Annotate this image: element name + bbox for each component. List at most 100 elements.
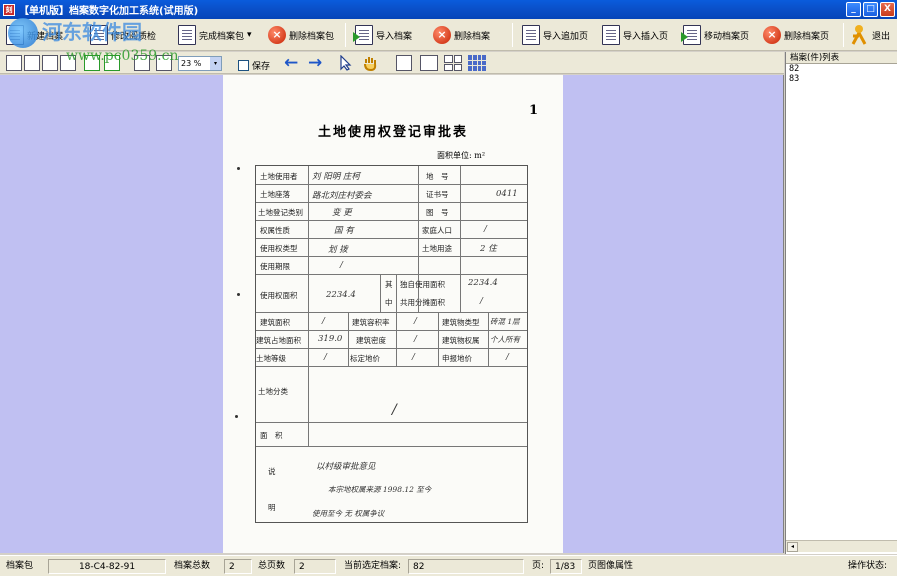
four-page-view-icon[interactable] [444, 55, 462, 71]
zoom-in-icon[interactable] [84, 55, 100, 71]
close-button[interactable]: X [880, 2, 895, 17]
handwritten-value: 使用至今 无 权属争议 [312, 509, 385, 518]
complete-package-label: 完成档案包 [199, 31, 245, 42]
rotate-left-icon[interactable] [24, 55, 40, 71]
title-bar: 刻 【单机版】档案数字化加工系统(试用版) _ □ X [0, 0, 897, 19]
import-archive-button[interactable]: 导入档案 [353, 23, 413, 47]
handwritten-value: 2 住 [480, 244, 497, 254]
handwritten-value: 0411 [496, 189, 518, 199]
move-archive-page-button[interactable]: 移动档案页 [681, 23, 749, 47]
scan-icon[interactable] [6, 55, 22, 71]
new-archive-button[interactable]: 新建档案 [6, 23, 63, 47]
handwritten-value: 划 拨 [328, 245, 348, 255]
maximize-button[interactable]: □ [863, 2, 878, 17]
handwritten-value: / [324, 352, 327, 362]
status-bar: 档案包 18-C4-82-91 档案总数 2 总页数 2 当前选定档案: 82 … [0, 555, 897, 576]
new-document-icon [6, 25, 24, 45]
document-title: 土地使用权登记审批表 [317, 125, 468, 140]
image-props-label: 页图像属性 [588, 561, 634, 571]
flip-icon[interactable] [60, 55, 76, 71]
zoom-out-icon[interactable] [104, 55, 120, 71]
delete-archive-label: 删除档案 [454, 31, 491, 42]
package-label: 档案包 [6, 561, 34, 571]
app-icon: 刻 [3, 3, 15, 16]
package-value: 18-C4-82-91 [48, 559, 166, 574]
handwritten-value: 砖混 1层 [490, 317, 520, 326]
page-label: 页: [532, 561, 545, 571]
toolbar-separator [345, 23, 346, 47]
check-document-icon [178, 25, 196, 45]
handwritten-value: / [506, 352, 509, 362]
list-item[interactable]: 82 [786, 64, 897, 74]
save-label: 保存 [252, 61, 271, 72]
undo-arrow-icon[interactable]: ← [284, 55, 298, 72]
select-cursor-icon[interactable] [338, 54, 354, 71]
chevron-down-icon[interactable]: ▾ [247, 30, 252, 40]
list-item[interactable]: 83 [786, 74, 897, 84]
quality-check-button[interactable]: 修改阅质检 [90, 23, 156, 47]
handwritten-value: 2234.4 [468, 278, 498, 288]
minimize-button[interactable]: _ [846, 2, 861, 17]
form-label: 图 号 [426, 208, 449, 217]
horizontal-scrollbar[interactable]: ◂ [786, 540, 897, 552]
complete-package-button[interactable]: 完成档案包 ▾ [178, 23, 252, 47]
window-title: 【单机版】档案数字化加工系统(试用版) [19, 6, 199, 17]
form-label: 说 [268, 467, 276, 476]
insert-page-icon [602, 25, 620, 45]
total-archives-label: 档案总数 [174, 561, 211, 571]
form-label: 中 [385, 298, 393, 307]
two-page-view-icon[interactable] [420, 55, 438, 71]
registration-form: 土地使用者 土地座落 土地登记类别 权属性质 使用权类型 使用期限 使用权面积 … [255, 165, 528, 523]
delete-package-button[interactable]: × 删除档案包 [268, 23, 334, 47]
exit-label: 退出 [872, 31, 891, 42]
chevron-down-icon[interactable]: ▾ [210, 57, 221, 70]
current-archive-value: 82 [408, 559, 524, 574]
delete-package-label: 删除档案包 [289, 31, 335, 42]
fit-width-icon[interactable] [134, 55, 150, 71]
move-page-icon [681, 25, 701, 45]
form-label: 建筑物类型 [442, 318, 480, 327]
form-label: 使用期限 [260, 262, 290, 271]
save-checkbox[interactable]: 保存 [238, 57, 270, 73]
single-page-view-icon[interactable] [396, 55, 412, 71]
delete-archive-page-button[interactable]: × 删除档案页 [763, 23, 829, 47]
view-toolbar: 23 % ▾ 保存 ← → [0, 52, 784, 74]
handwritten-value: 变 更 [332, 208, 352, 218]
append-page-icon [522, 25, 540, 45]
exit-button[interactable]: 退出 [849, 23, 890, 47]
form-label: 共用分摊面积 [400, 298, 445, 307]
zoom-select[interactable]: 23 % ▾ [178, 56, 222, 71]
toolbar-separator [512, 23, 513, 47]
scroll-left-icon[interactable]: ◂ [787, 542, 798, 552]
new-archive-label: 新建档案 [27, 31, 64, 42]
total-pages-value: 2 [294, 559, 336, 574]
handwritten-value: 2234.4 [326, 290, 356, 300]
redo-arrow-icon[interactable]: → [308, 55, 322, 72]
handwritten-value: / [414, 316, 417, 326]
thumbnail-grid-icon[interactable] [468, 55, 486, 71]
image-props-value [640, 559, 786, 574]
checkbox-box[interactable] [238, 59, 249, 71]
hand-tool-icon[interactable] [362, 55, 378, 72]
rotate-right-icon[interactable] [42, 55, 58, 71]
form-label: 使用权面积 [260, 291, 298, 300]
delete-icon: × [268, 26, 286, 44]
form-label: 土地分类 [258, 387, 288, 396]
delete-icon: × [763, 26, 781, 44]
import-document-icon [353, 25, 373, 45]
form-label: 地 号 [426, 172, 449, 181]
delete-archive-page-label: 删除档案页 [784, 31, 830, 42]
import-append-page-label: 导入追加页 [543, 31, 589, 42]
import-insert-page-button[interactable]: 导入插入页 [602, 23, 668, 47]
page-value: 1/83 [550, 559, 582, 574]
form-label: 建筑密度 [356, 336, 386, 345]
delete-archive-button[interactable]: × 删除档案 [433, 23, 490, 47]
form-label: 土地登记类别 [258, 208, 303, 217]
import-append-page-button[interactable]: 导入追加页 [522, 23, 588, 47]
document-viewer[interactable]: 1 土地使用权登记审批表 面积单位: m² 土地使用者 土地座落 土地登记类别 … [0, 75, 784, 553]
form-label: 建筑面积 [260, 318, 290, 327]
handwritten-value: 刘 阳明 庄柯 [312, 172, 360, 182]
fit-page-icon[interactable] [156, 55, 172, 71]
import-archive-label: 导入档案 [376, 31, 413, 42]
form-label: 权属性质 [260, 226, 290, 235]
